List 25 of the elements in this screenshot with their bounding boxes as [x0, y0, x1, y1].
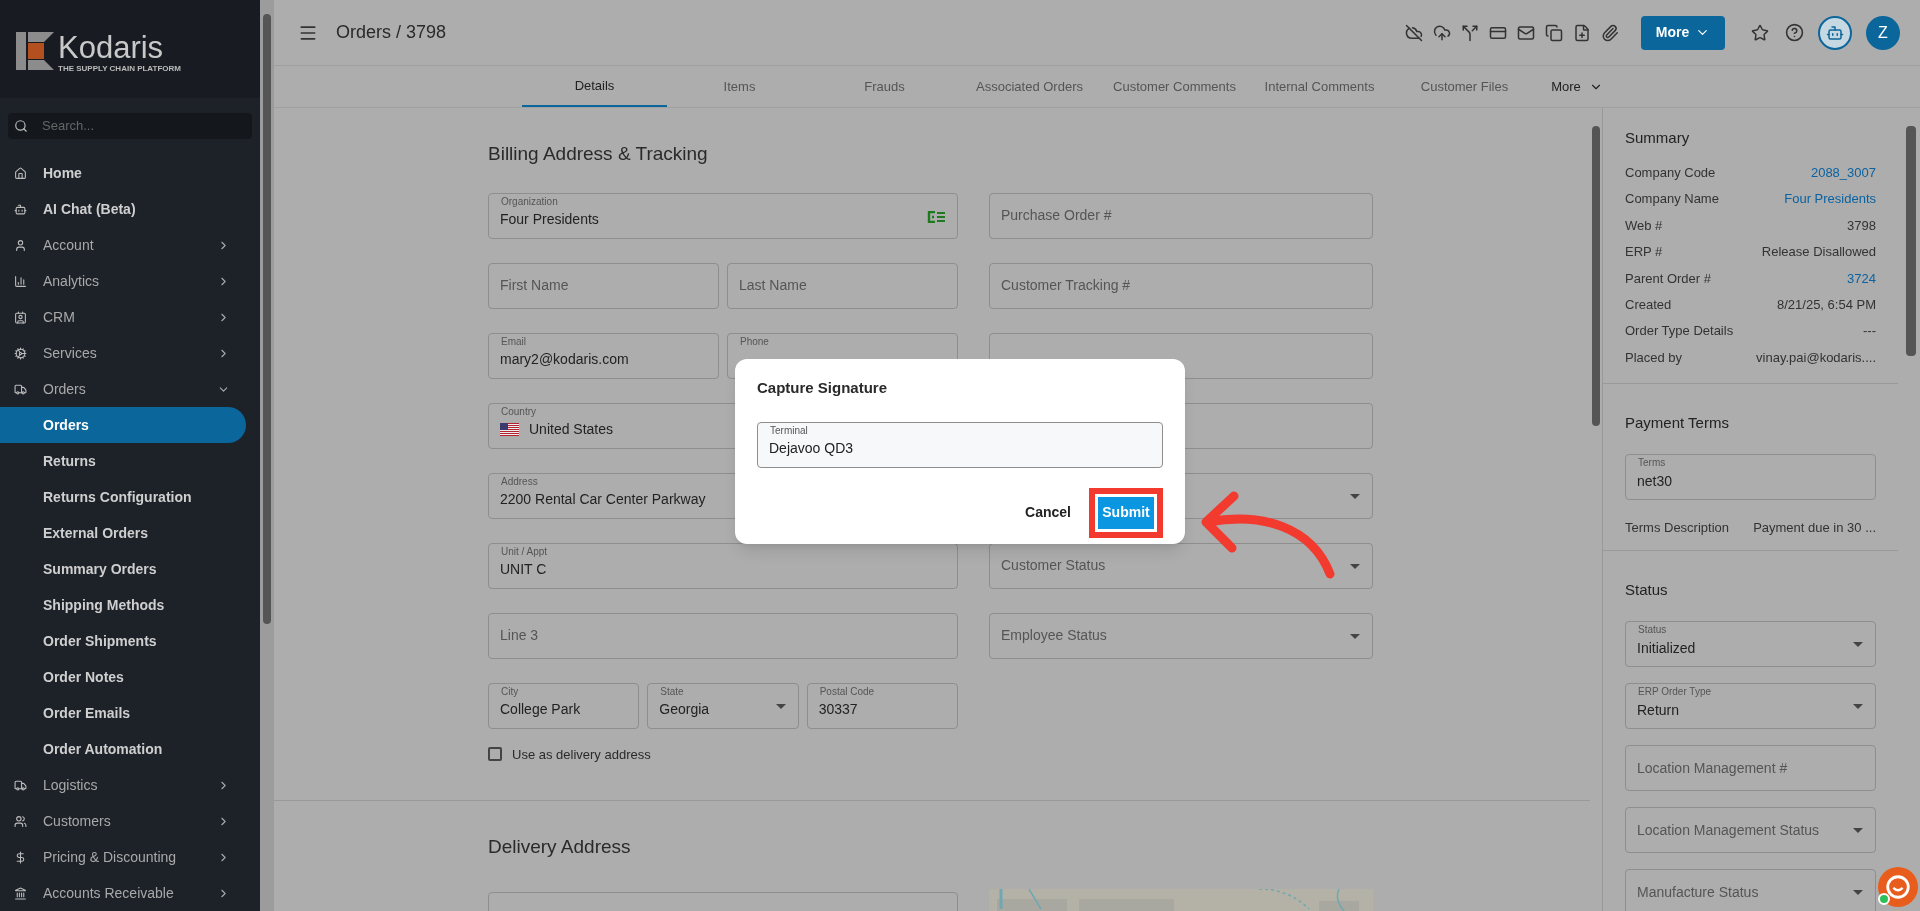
dialog-title: Capture Signature [757, 378, 889, 398]
summary-label: Created [1625, 295, 1672, 314]
summary-label: ERP # [1625, 243, 1663, 262]
section-title: Billing Address & Tracking [488, 142, 709, 166]
checkbox-label: Use as delivery address [512, 745, 651, 764]
logo-tagline: THE SUPPLY CHAIN PLATFORM [58, 64, 181, 74]
summary-label: Placed by [1625, 348, 1683, 367]
terms-value: Payment due in 30 ... [1753, 519, 1876, 538]
summary-label: Parent Order # [1625, 269, 1711, 288]
panel-title: Summary [1625, 128, 1691, 148]
summary-label: Company Name [1625, 190, 1719, 209]
section-title: Delivery Address [488, 835, 632, 859]
panel-title: Status [1625, 579, 1669, 600]
summary-value: 3798 [1847, 216, 1876, 235]
summary-label: Web # [1625, 216, 1663, 235]
summary-value: --- [1863, 322, 1876, 341]
summary-value: Release Disallowed [1761, 243, 1876, 262]
terms-label: Terms Description [1625, 519, 1730, 538]
summary-label: Company Code [1625, 163, 1716, 182]
summary-label: Order Type Details [1625, 322, 1734, 341]
page-title: Orders / 3798 [336, 21, 447, 44]
panel-title: Payment Terms [1625, 412, 1730, 433]
summary-value: 8/21/25, 6:54 PM [1777, 295, 1876, 314]
summary-value: vinay.pai@kodaris.... [1756, 348, 1876, 367]
logo-wordmark: Kodaris [58, 32, 165, 64]
